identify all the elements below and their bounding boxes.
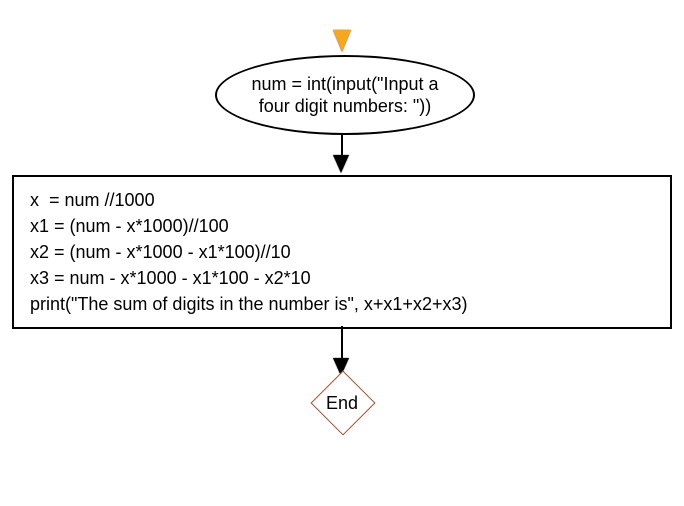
process-code-text: x = num //1000 x1 = (num - x*1000)//100 … — [30, 187, 654, 317]
input-code-text: num = int(input("Input a four digit numb… — [252, 73, 439, 118]
process-node: x = num //1000 x1 = (num - x*1000)//100 … — [12, 175, 672, 329]
input-node: num = int(input("Input a four digit numb… — [215, 55, 475, 135]
start-arrow-icon — [333, 30, 351, 52]
arrow-to-process-icon — [333, 155, 349, 173]
end-label: End — [322, 393, 362, 414]
flowchart-canvas: num = int(input("Input a four digit numb… — [0, 0, 684, 506]
